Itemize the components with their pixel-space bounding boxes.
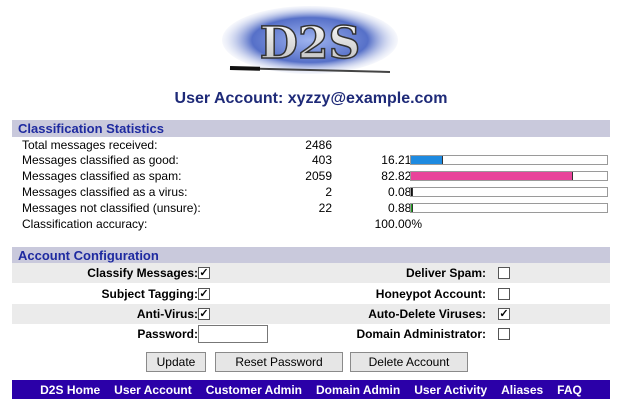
stats-section-header: Classification Statistics: [12, 120, 610, 137]
stat-count: 403: [311, 153, 332, 167]
stat-bar-track: [410, 171, 608, 181]
stat-row: Messages not classified (unsure): 22 0.88%: [22, 200, 612, 216]
stat-count: 22: [318, 201, 332, 215]
anti-virus-label: Anti-Virus:: [136, 307, 198, 321]
config-section-header: Account Configuration: [12, 247, 610, 264]
anti-virus-checkbox[interactable]: ✓: [198, 308, 210, 320]
stat-row: Messages classified as a virus: 2 0.08%: [22, 184, 612, 200]
config-row-classify: Classify Messages: ✓ Deliver Spam:: [12, 263, 610, 283]
stat-label: Classification accuracy:: [22, 217, 148, 231]
auto-delete-viruses-checkbox[interactable]: ✓: [498, 308, 510, 320]
subject-tagging-checkbox[interactable]: ✓: [198, 288, 210, 300]
subject-tagging-label: Subject Tagging:: [101, 287, 198, 301]
classify-messages-label: Classify Messages:: [87, 266, 198, 280]
domain-administrator-checkbox[interactable]: [498, 328, 510, 340]
nav-user-activity[interactable]: User Activity: [414, 383, 487, 397]
stat-bar-fill: [411, 156, 443, 164]
auto-delete-viruses-label: Auto-Delete Viruses:: [368, 307, 486, 321]
stat-count: 2486: [305, 138, 332, 152]
stat-label: Messages classified as spam:: [22, 169, 182, 183]
config-row-anti-virus: Anti-Virus: ✓ Auto-Delete Viruses: ✓: [12, 304, 610, 324]
config-row-subject-tagging: Subject Tagging: ✓ Honeypot Account:: [12, 284, 610, 304]
account-title: User Account: xyzzy@example.com: [174, 90, 448, 107]
update-button[interactable]: Update: [146, 352, 206, 372]
nav-customer-admin[interactable]: Customer Admin: [206, 383, 302, 397]
stat-bar-track: [410, 155, 608, 165]
stat-label: Messages classified as a virus:: [22, 185, 188, 199]
honeypot-account-checkbox[interactable]: [498, 288, 510, 300]
stat-row: Messages classified as spam: 2059 82.82%: [22, 168, 612, 184]
stat-bar-fill: [411, 188, 413, 196]
stat-bar-track: [410, 203, 608, 213]
stat-count: 2059: [305, 169, 332, 183]
stat-bar-fill: [411, 172, 573, 180]
password-input[interactable]: [198, 325, 268, 343]
logo-text: D2S: [260, 18, 361, 69]
stat-row: Total messages received: 2486: [22, 137, 612, 153]
nav-faq[interactable]: FAQ: [557, 383, 582, 397]
stat-bar-fill: [411, 204, 413, 212]
nav-user-account[interactable]: User Account: [114, 383, 192, 397]
delete-account-button[interactable]: Delete Account: [350, 352, 468, 372]
footer-nav: D2S Home User Account Customer Admin Dom…: [12, 380, 610, 399]
stat-row: Messages classified as good: 403 16.21%: [22, 152, 612, 168]
stat-row: Classification accuracy: 100.00%: [22, 216, 612, 232]
d2s-logo: D2S: [215, 2, 405, 84]
classify-messages-checkbox[interactable]: ✓: [198, 267, 210, 279]
honeypot-account-label: Honeypot Account:: [375, 287, 486, 301]
stat-count: 2: [325, 185, 332, 199]
domain-administrator-label: Domain Administrator:: [356, 327, 486, 341]
password-label: Password:: [137, 327, 198, 341]
reset-password-button[interactable]: Reset Password: [215, 352, 343, 372]
stat-label: Messages classified as good:: [22, 153, 179, 167]
nav-domain-admin[interactable]: Domain Admin: [316, 383, 400, 397]
stat-label: Total messages received:: [22, 138, 158, 152]
stat-label: Messages not classified (unsure):: [22, 201, 201, 215]
stat-percent: 100.00%: [374, 217, 422, 231]
deliver-spam-label: Deliver Spam:: [405, 266, 486, 280]
deliver-spam-checkbox[interactable]: [498, 267, 510, 279]
nav-d2s-home[interactable]: D2S Home: [40, 383, 100, 397]
config-row-password: Password: Domain Administrator:: [12, 324, 610, 344]
nav-aliases[interactable]: Aliases: [501, 383, 543, 397]
stat-bar-track: [410, 187, 608, 197]
